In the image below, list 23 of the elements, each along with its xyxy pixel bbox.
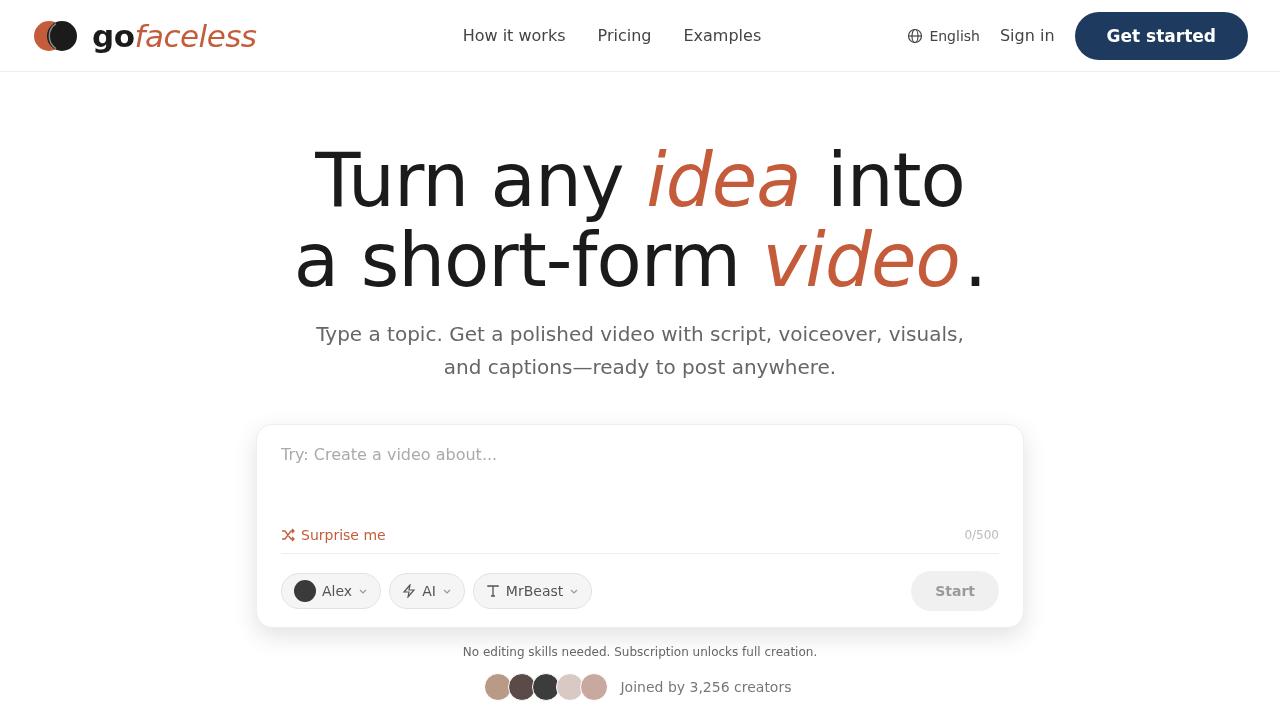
nav-link[interactable]: How it works	[462, 26, 566, 45]
footnote: No editing skills needed. Subscription unlocks full creation.	[462, 645, 818, 659]
selector-chip[interactable]: MrBeast	[472, 573, 593, 609]
selector-chip[interactable]: AI	[389, 573, 465, 609]
sign-in-link[interactable]: Sign in	[999, 26, 1055, 45]
creator-avatar	[580, 673, 609, 701]
nav-link[interactable]: Pricing	[597, 26, 652, 45]
brand-name: gofaceless	[92, 17, 257, 54]
hero-subtitle: Type a topic. Get a polished video with script, voiceover, visuals, and captions—ready to post anywhere.	[315, 321, 965, 381]
avatar-icon	[294, 580, 316, 602]
hero-headline: Turn any idea into a short-form video.	[293, 140, 987, 300]
text-icon	[485, 584, 500, 598]
selector-chip[interactable]: Alex	[281, 573, 382, 609]
surprise-me-button[interactable]: Surprise me	[281, 527, 386, 543]
creators-count: Joined by 3,256 creators	[620, 679, 792, 695]
get-started-button[interactable]: Get started	[1074, 11, 1248, 60]
shuffle-icon	[281, 528, 295, 542]
nav-link[interactable]: Examples	[683, 26, 762, 45]
lightning-icon	[402, 584, 417, 598]
logo-icon	[34, 19, 78, 52]
character-counter: 0/500	[964, 528, 999, 542]
globe-icon	[907, 27, 924, 44]
language-selector[interactable]: English	[907, 27, 980, 44]
